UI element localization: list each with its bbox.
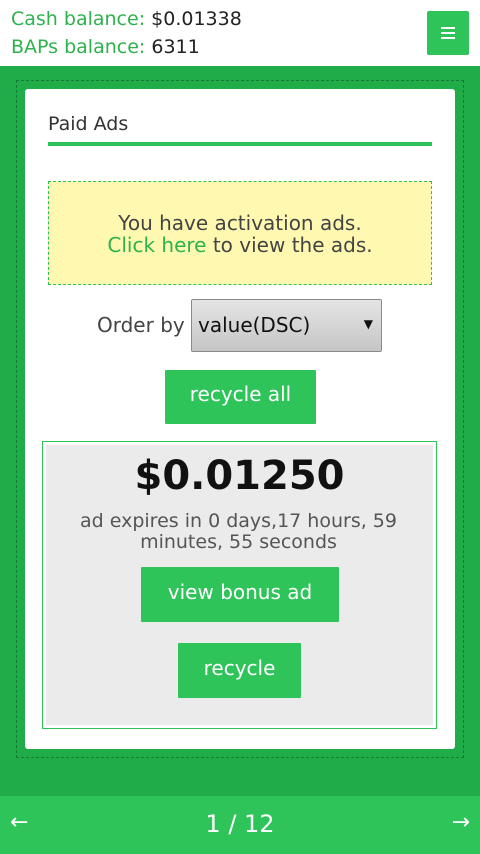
ad-item-inner: $0.01250 ad expires in 0 days,17 hours, … xyxy=(46,445,433,725)
baps-balance: BAPs balance: 6311 xyxy=(11,35,200,59)
hamburger-menu-icon xyxy=(441,37,455,39)
paid-ads-card: Paid Ads You have activation ads. Click … xyxy=(25,89,455,749)
order-by-label: Order by xyxy=(97,313,185,337)
notice-rest-text: to view the ads. xyxy=(212,233,373,257)
cash-balance-value: $0.01338 xyxy=(151,8,242,30)
next-arrow-icon[interactable]: → xyxy=(452,810,470,836)
ad-value: $0.01250 xyxy=(134,453,345,499)
recycle-all-button[interactable]: recycle all xyxy=(165,370,316,424)
dropdown-arrow-icon: ▼ xyxy=(363,317,373,331)
hamburger-menu-icon xyxy=(441,32,455,34)
header-bar: Cash balance: $0.01338 BAPs balance: 631… xyxy=(0,0,480,66)
hamburger-menu-icon xyxy=(441,27,455,29)
page-indicator: 1 / 12 xyxy=(205,810,275,838)
cash-balance: Cash balance: $0.01338 xyxy=(11,7,242,31)
order-select[interactable]: value(DSC) ▼ xyxy=(191,299,382,352)
ad-item: $0.01250 ad expires in 0 days,17 hours, … xyxy=(42,441,437,729)
cash-balance-label: Cash balance: xyxy=(11,8,146,30)
pagination-footer: ← 1 / 12 → xyxy=(0,796,480,854)
ad-expiry-text: ad expires in 0 days,17 hours, 59 minute… xyxy=(80,510,397,553)
recycle-button[interactable]: recycle xyxy=(178,643,301,698)
notice-text: You have activation ads. xyxy=(118,211,362,235)
click-here-link[interactable]: Click here xyxy=(107,233,206,257)
menu-button[interactable] xyxy=(427,11,469,55)
baps-balance-value: 6311 xyxy=(151,36,200,58)
view-bonus-ad-button[interactable]: view bonus ad xyxy=(141,567,339,622)
title-divider xyxy=(48,142,432,146)
page-title: Paid Ads xyxy=(48,113,129,135)
activation-notice: You have activation ads. Click here to v… xyxy=(48,181,432,285)
order-row: Order by value(DSC) ▼ xyxy=(25,299,455,352)
baps-balance-label: BAPs balance: xyxy=(11,36,146,58)
order-selected-value: value(DSC) xyxy=(198,313,311,337)
